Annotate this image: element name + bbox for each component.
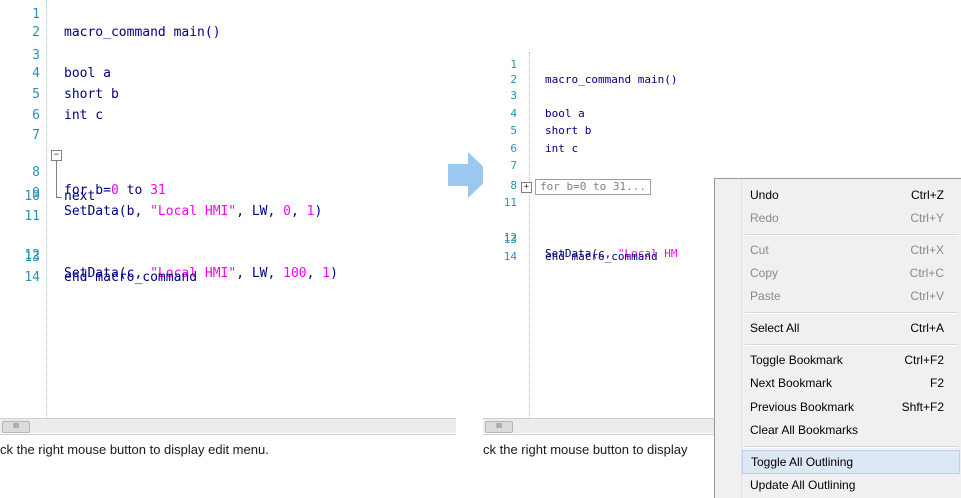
line-number: 3 <box>32 48 40 63</box>
expand-outline-icon[interactable]: + <box>521 182 532 193</box>
line-number: 4 <box>32 66 40 81</box>
menu-icon-gutter <box>715 179 742 498</box>
code-line: 12 SetData(c, "Local HM <box>483 214 678 260</box>
code-text: int c <box>64 108 104 123</box>
code-text: int c <box>545 142 579 155</box>
line-number: 14 <box>24 270 40 285</box>
line-number: 1 <box>510 58 517 71</box>
code-text: short b <box>64 87 119 102</box>
menu-item-copy[interactable]: Copy Ctrl+C <box>742 262 960 284</box>
menu-item-previous-bookmark[interactable]: Previous Bookmark Shft+F2 <box>742 396 960 418</box>
code-line: 8 for b=0 to 31 <box>0 146 166 198</box>
menu-separator <box>745 312 958 314</box>
line-number: 7 <box>32 128 40 143</box>
scrollbar-thumb[interactable]: III <box>2 421 30 433</box>
menu-separator <box>745 344 958 346</box>
menu-item-next-bookmark[interactable]: Next Bookmark F2 <box>742 372 960 394</box>
line-number: 3 <box>510 89 517 102</box>
menu-item-undo[interactable]: Undo Ctrl+Z <box>742 184 960 206</box>
line-number: 6 <box>510 142 517 155</box>
horizontal-scrollbar[interactable]: III <box>483 418 715 433</box>
menu-item-paste[interactable]: Paste Ctrl+V <box>742 285 960 307</box>
line-number: 8 <box>510 179 517 192</box>
code-line: 12 SetData(c, "Local HMI", LW, 100, 1) <box>0 229 338 281</box>
line-number: 11 <box>24 209 40 224</box>
line-number: 6 <box>32 108 40 123</box>
code-text: end macro_command <box>545 250 658 263</box>
code-text: end macro_command <box>64 270 198 285</box>
code-text: short b <box>545 124 592 137</box>
line-number: 2 <box>510 73 517 86</box>
line-number: 10 <box>24 189 40 204</box>
line-number: 11 <box>503 196 517 209</box>
line-number: 5 <box>32 87 40 102</box>
menu-item-redo[interactable]: Redo Ctrl+Y <box>742 207 960 229</box>
horizontal-scrollbar[interactable]: III <box>0 418 456 433</box>
menu-item-toggle-all-outlining[interactable]: Toggle All Outlining <box>742 450 960 474</box>
menu-separator <box>745 446 958 448</box>
right-code-editor[interactable]: 1 2 macro_command main() 3 4 bool a 5 short… <box>483 52 715 470</box>
left-code-editor[interactable]: 1 2 macro_command main() 3 4 bool a 5 short… <box>0 0 456 470</box>
scrollbar-thumb[interactable]: III <box>485 421 513 433</box>
menu-item-update-all-outlining[interactable]: Update All Outlining <box>742 474 960 496</box>
line-number: 13 <box>503 233 517 246</box>
menu-item-clear-all-bookmarks[interactable]: Clear All Bookmarks <box>742 419 960 441</box>
line-number: 1 <box>32 7 40 22</box>
menu-separator <box>745 234 958 236</box>
context-menu: Undo Ctrl+Z Redo Ctrl+Y Cut Ctrl+X Copy Ctrl… <box>714 178 961 498</box>
code-line: 9 SetData(b, "Local HMI", LW, 0, 1) <box>0 167 322 219</box>
code-text: bool a <box>545 107 585 120</box>
line-number: 5 <box>510 124 517 137</box>
collapse-outline-icon[interactable]: − <box>51 150 62 161</box>
line-number: 2 <box>32 25 40 40</box>
menu-item-select-all[interactable]: Select All Ctrl+A <box>742 317 960 339</box>
line-number: 13 <box>24 250 40 265</box>
code-text: SetData(b, "Local HMI", LW, 0, 1) <box>64 204 323 219</box>
line-number: 14 <box>503 250 517 263</box>
outline-guide <box>56 161 57 197</box>
collapsed-outline-block[interactable]: for b=0 to 31... <box>535 179 651 195</box>
line-number: 4 <box>510 107 517 120</box>
code-text: macro_command main() <box>545 73 678 86</box>
code-text: bool a <box>64 66 111 81</box>
outline-guide-end <box>56 197 62 198</box>
line-number: 7 <box>510 159 517 172</box>
status-bar: ck the right mouse button to display edi… <box>0 434 456 465</box>
gutter-divider <box>529 52 530 418</box>
menu-item-toggle-bookmark[interactable]: Toggle Bookmark Ctrl+F2 <box>742 349 960 371</box>
status-bar: ck the right mouse button to display <box>483 434 715 465</box>
code-text: macro_command main() <box>64 25 221 40</box>
code-text: next <box>64 189 96 204</box>
gutter-divider <box>46 0 47 418</box>
menu-item-cut[interactable]: Cut Ctrl+X <box>742 239 960 261</box>
